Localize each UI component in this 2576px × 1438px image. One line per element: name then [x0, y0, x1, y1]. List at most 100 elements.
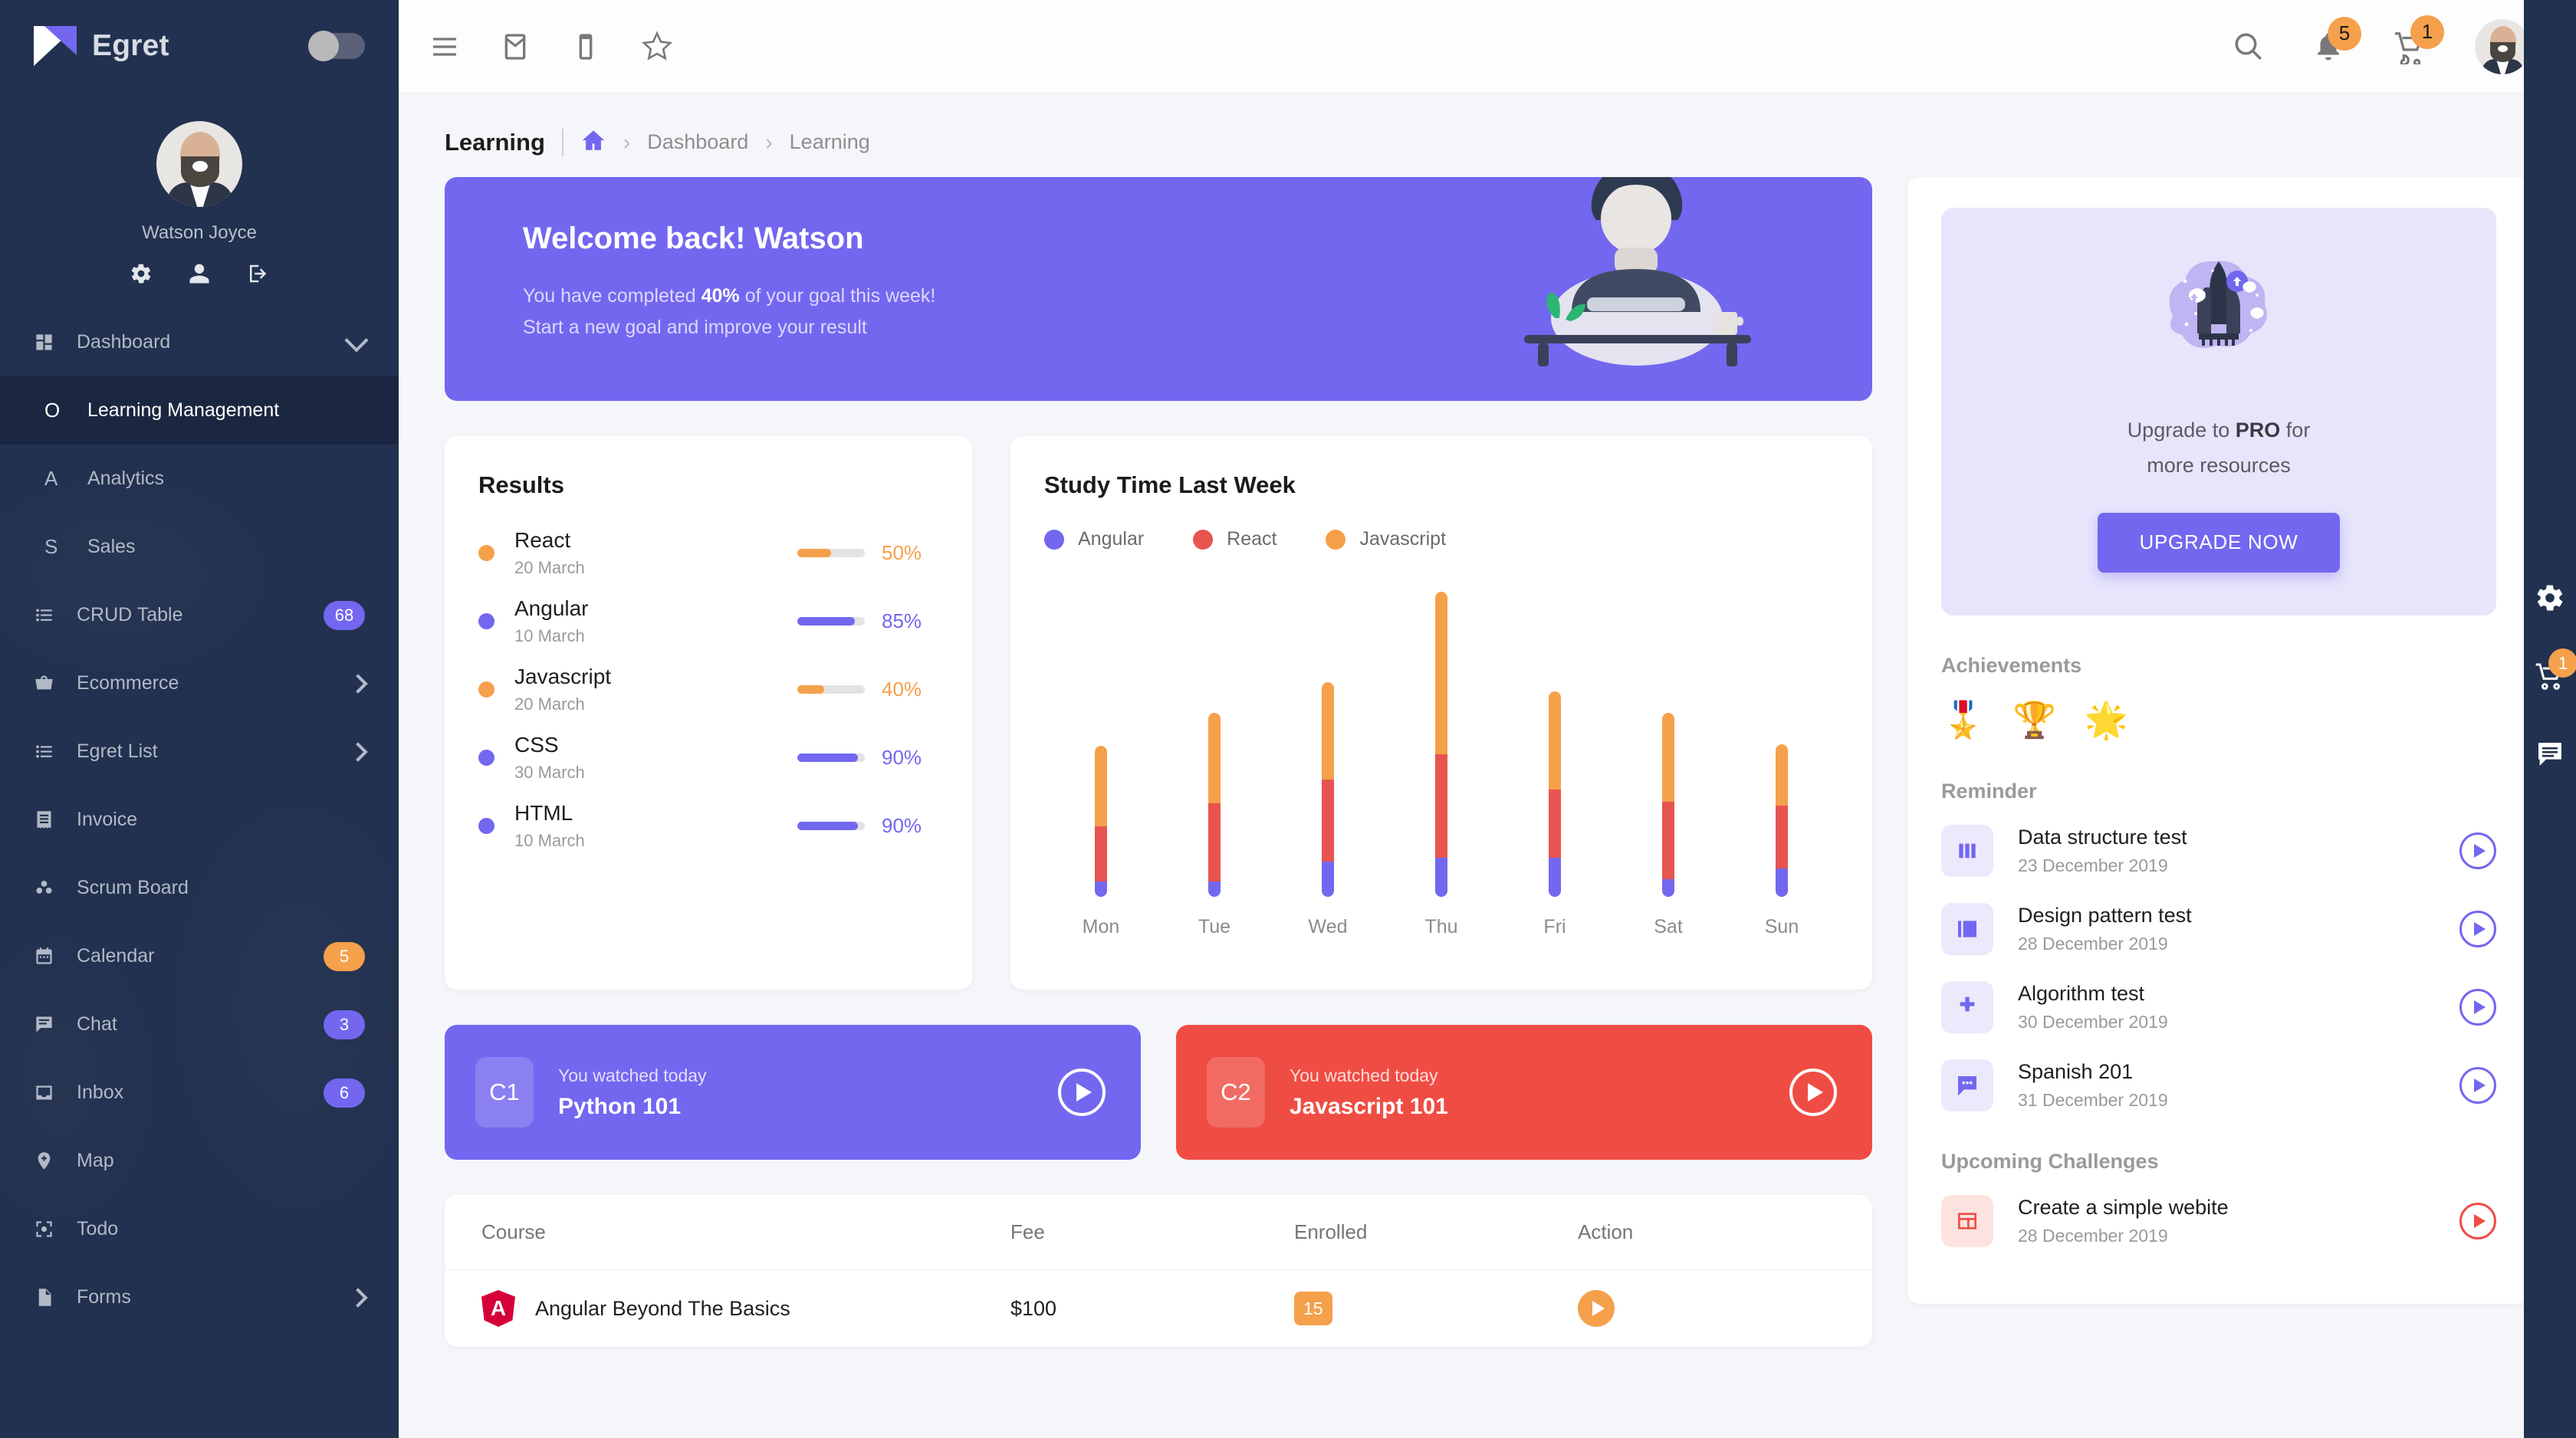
list-item[interactable]: Design pattern test 28 December 2019 — [1941, 902, 2496, 955]
list-item[interactable]: Create a simple webite 28 December 2019 — [1941, 1194, 2496, 1247]
watched-today-card[interactable]: C2 You watched today Javascript 101 — [1176, 1025, 1872, 1160]
item-date: 28 December 2019 — [2018, 1225, 2168, 1246]
chevron-right-icon — [348, 673, 368, 694]
chart-x-label: Sun — [1764, 916, 1799, 937]
result-name: Javascript — [514, 665, 612, 688]
result-progress-bar — [797, 753, 865, 762]
person-icon[interactable] — [188, 262, 211, 285]
study-time-chart-card: Study Time Last Week Angular React Javascr… — [1010, 436, 1872, 990]
chart-bar-column[interactable] — [1498, 570, 1612, 897]
play-icon[interactable] — [1578, 1290, 1615, 1327]
notifications-button[interactable]: 5 — [2312, 16, 2361, 63]
sidebar-item-inbox[interactable]: Inbox 6 — [0, 1059, 399, 1127]
chart-x-label: Tue — [1198, 916, 1231, 937]
bar-segment — [1662, 878, 1674, 897]
achievements-row: 🎖️ 🏆 🌟 — [1941, 699, 2496, 741]
list-item[interactable]: Data structure test 23 December 2019 — [1941, 824, 2496, 877]
rail-chat-button[interactable] — [2535, 739, 2565, 770]
sidebar-item-learning-management[interactable]: O Learning Management — [0, 376, 399, 445]
sidebar-item-calendar[interactable]: Calendar 5 — [0, 922, 399, 990]
menu-icon[interactable] — [429, 31, 460, 62]
item-date: 23 December 2019 — [2018, 855, 2168, 875]
table-row[interactable]: A Angular Beyond The Basics $100 15 — [445, 1270, 1872, 1347]
chart-bar-column[interactable] — [1271, 570, 1385, 897]
cell-fee: $100 — [1010, 1296, 1057, 1320]
sidebar-item-forms[interactable]: Forms — [0, 1263, 399, 1331]
chart-bar-column[interactable] — [1044, 570, 1158, 897]
sidebar-item-sales[interactable]: S Sales — [0, 513, 399, 581]
watched-today-row: C1 You watched today Python 101 C2 You watch… — [445, 1025, 1872, 1160]
profile-actions — [0, 262, 399, 285]
search-icon[interactable] — [2233, 31, 2265, 63]
chart-legend: Angular React Javascript — [1044, 528, 1838, 550]
legend-item[interactable]: Javascript — [1326, 528, 1446, 550]
reminder-heading: Reminder — [1941, 779, 2037, 803]
sidebar-item-invoice[interactable]: Invoice — [0, 786, 399, 854]
list-item[interactable]: Spanish 201 31 December 2019 — [1941, 1059, 2496, 1111]
play-icon[interactable] — [2459, 1202, 2496, 1239]
breadcrumb-item-dashboard[interactable]: Dashboard — [647, 130, 748, 154]
sidebar-item-scrum-board[interactable]: Scrum Board — [0, 854, 399, 922]
play-icon[interactable] — [1058, 1069, 1106, 1116]
sidebar-item-label: Todo — [77, 1218, 119, 1239]
breadcrumb-item-learning[interactable]: Learning — [790, 130, 870, 154]
watched-today-card[interactable]: C1 You watched today Python 101 — [445, 1025, 1141, 1160]
sidebar-theme-toggle[interactable] — [308, 31, 365, 61]
sidebar-item-map[interactable]: Map — [0, 1127, 399, 1195]
item-date: 31 December 2019 — [2018, 1089, 2168, 1110]
legend-color-dot — [1044, 529, 1064, 550]
item-title: Algorithm test — [2018, 981, 2145, 1005]
chart-bar-column[interactable] — [1385, 570, 1498, 897]
result-percent: 85% — [882, 609, 922, 632]
legend-item[interactable]: Angular — [1044, 528, 1144, 550]
sidebar-item-ecommerce[interactable]: Ecommerce — [0, 649, 399, 717]
sidebar-item-crud-table[interactable]: CRUD Table 68 — [0, 581, 399, 649]
course-code-chip: C2 — [1207, 1057, 1265, 1128]
sidebar-item-label: Learning Management — [87, 399, 280, 421]
mail-icon[interactable] — [500, 31, 531, 62]
rail-settings-button[interactable] — [2535, 583, 2565, 613]
sidebar-item-todo[interactable]: Todo — [0, 1195, 399, 1263]
sidebar-item-egret-list[interactable]: Egret List — [0, 717, 399, 786]
play-icon[interactable] — [2459, 910, 2496, 947]
sidebar-item-analytics[interactable]: A Analytics — [0, 445, 399, 513]
device-icon[interactable] — [570, 31, 601, 62]
chart-bar-column[interactable] — [1158, 570, 1271, 897]
brand-name: Egret — [92, 29, 169, 62]
result-date: 10 March — [514, 831, 585, 850]
chart-bar-column[interactable] — [1725, 570, 1838, 897]
result-color-dot — [478, 681, 495, 698]
home-icon[interactable] — [580, 127, 606, 157]
star-icon[interactable] — [641, 30, 673, 63]
user-avatar-button[interactable] — [2475, 18, 2530, 74]
play-icon[interactable] — [2459, 1066, 2496, 1104]
letter-o-icon: O — [44, 399, 61, 422]
upgrade-now-button[interactable]: UPGRADE NOW — [2098, 512, 2340, 573]
result-date: 20 March — [514, 558, 585, 577]
result-progress-bar — [797, 549, 865, 557]
watched-text: You watched today Python 101 — [558, 1065, 707, 1120]
play-icon[interactable] — [1789, 1069, 1837, 1116]
watched-text: You watched today Javascript 101 — [1290, 1065, 1448, 1120]
logout-icon[interactable] — [246, 262, 269, 285]
sidebar-item-label: Dashboard — [77, 331, 171, 353]
sidebar-item-chat[interactable]: Chat 3 — [0, 990, 399, 1059]
sidebar-item-dashboard[interactable]: Dashboard — [0, 308, 399, 376]
egret-logo-icon — [34, 26, 77, 66]
legend-item[interactable]: React — [1193, 528, 1276, 550]
badge: 5 — [324, 941, 365, 971]
result-percent: 90% — [882, 814, 922, 837]
item-date: 30 December 2019 — [2018, 1011, 2168, 1032]
list-item[interactable]: Algorithm test 30 December 2019 — [1941, 980, 2496, 1033]
dashboard-side-column: Upgrade to PRO for more resources UPGRAD… — [1907, 177, 2530, 1347]
cart-button[interactable]: 1 — [2392, 15, 2444, 64]
page-content: Learning › Dashboard › Learning Welcome … — [399, 94, 2576, 1438]
play-icon[interactable] — [2459, 988, 2496, 1026]
gear-icon[interactable] — [130, 262, 153, 285]
rail-cart-count-badge: 1 — [2548, 648, 2576, 678]
scrum-icon — [34, 878, 67, 898]
rail-cart-button[interactable]: 1 — [2535, 648, 2576, 691]
play-icon[interactable] — [2459, 832, 2496, 869]
sidebar-item-label: Chat — [77, 1013, 117, 1035]
chart-bar-column[interactable] — [1612, 570, 1725, 897]
